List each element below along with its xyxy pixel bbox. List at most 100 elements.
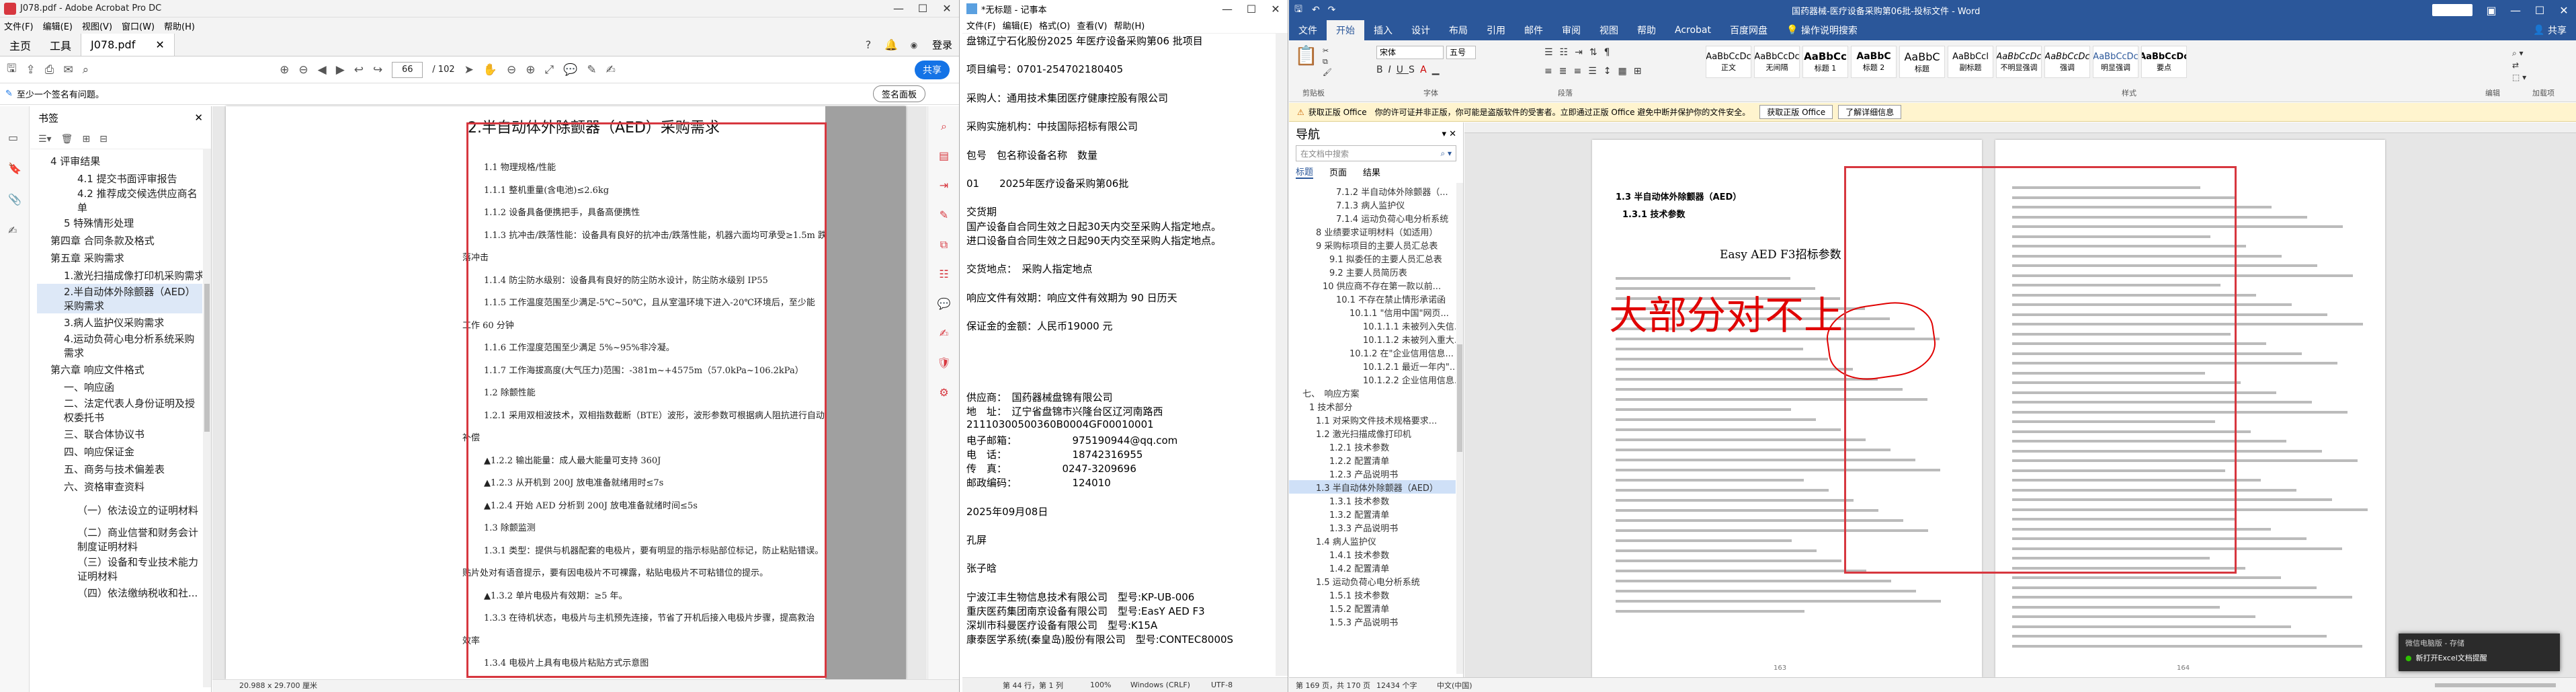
close-button[interactable]: ✕	[2552, 0, 2576, 20]
highlight-icon[interactable]: ▁	[1432, 65, 1445, 75]
nav-heading-item[interactable]: 1.5.2 配置清单	[1289, 601, 1456, 615]
style-heading2[interactable]: AaBbC 标题 2	[1851, 46, 1897, 78]
page-number-input[interactable]: 66	[392, 61, 423, 78]
nav-heading-item[interactable]: 1.3.3 产品说明书	[1289, 521, 1456, 534]
tab-close-icon[interactable]: ✕	[155, 38, 164, 51]
export-tool-icon[interactable]: ⇥	[928, 171, 959, 200]
close-button[interactable]: ✕	[1263, 0, 1288, 17]
bookmark-item[interactable]: （二）商业信誉和财务会计制度证明材料	[37, 525, 202, 554]
nav-heading-item[interactable]: 1.5.3 产品说明书	[1289, 615, 1456, 628]
search-icon[interactable]: ⌕	[83, 63, 89, 77]
pages-icon[interactable]: ▭	[8, 122, 29, 153]
style-normal[interactable]: AaBbCcDc 正文	[1706, 46, 1751, 78]
nav-heading-item[interactable]: 10.1 不存在禁止情形承诺函	[1289, 292, 1456, 305]
nav-heading-item[interactable]: 10.1.2 在"企业信用信息...	[1289, 346, 1456, 359]
bookmark-item[interactable]: 三、联合体协议书	[37, 425, 202, 443]
tab-layout[interactable]: 布局	[1440, 20, 1477, 40]
nav-heading-item[interactable]: 1 技术部分	[1289, 399, 1456, 413]
signature-icon[interactable]: ✍	[8, 215, 29, 246]
fit-icon[interactable]: ⤢	[545, 63, 554, 77]
share-button[interactable]: 共享	[915, 60, 950, 79]
nav-tab-results[interactable]: 结果	[1363, 165, 1380, 178]
nav-scrollbar[interactable]	[1456, 183, 1463, 674]
indent-icon[interactable]: ⇥	[1575, 47, 1589, 58]
bold-icon[interactable]: B	[1376, 65, 1388, 75]
nav-close-icon[interactable]: ▾ ✕	[1442, 129, 1456, 139]
style-intense-emphasis[interactable]: AaBbCcDc 明显强调	[2093, 46, 2138, 78]
nav-heading-item[interactable]: 1.5.1 技术参数	[1289, 588, 1456, 601]
show-marks-icon[interactable]: ¶	[1604, 47, 1617, 58]
bookmark-item[interactable]: 四、响应保证金	[37, 443, 202, 460]
style-emphasis[interactable]: AaBbCcDc 强调	[2044, 46, 2090, 78]
tab-design[interactable]: 设计	[1402, 20, 1440, 40]
nav-tab-headings[interactable]: 标题	[1296, 165, 1314, 179]
bookmark-options-icon[interactable]: ☰▾	[38, 134, 52, 145]
style-strong[interactable]: AaBbCcDc 要点	[2141, 46, 2187, 78]
maximize-button[interactable]: ☐	[2528, 0, 2552, 20]
nav-heading-item[interactable]: 1.3.1 技术参数	[1289, 494, 1456, 507]
organize-tool-icon[interactable]: ☷	[928, 260, 959, 289]
bookmark-item[interactable]: （一）依法设立的证明材料	[37, 495, 202, 525]
back-icon[interactable]: ↩	[354, 63, 364, 77]
forward-icon[interactable]: ↪	[373, 63, 382, 77]
bookmark-item[interactable]: 第四章 合同条款及格式	[37, 231, 202, 249]
cut-icon[interactable]: ✂	[1323, 46, 1332, 56]
nav-heading-item[interactable]: 9 采购标项目的主要人员汇总表	[1289, 238, 1456, 252]
maximize-button[interactable]: ☐	[1239, 0, 1263, 17]
zoom-slider[interactable]	[2435, 683, 2556, 687]
user-icon[interactable]: ◉	[903, 40, 925, 50]
nav-heading-item[interactable]: 1.2.1 技术参数	[1289, 440, 1456, 453]
page-down-icon[interactable]: ⊖	[298, 63, 308, 77]
signature-panel-button[interactable]: 签名面板	[872, 85, 925, 102]
nav-search-input[interactable]: 在文档中搜索 ⌕ ▾	[1296, 145, 1456, 161]
menu-help[interactable]: 帮助(H)	[164, 20, 195, 32]
cursor-icon[interactable]: ➤	[464, 63, 474, 77]
bookmark-expand-icon[interactable]: ⊟	[99, 134, 108, 145]
nav-heading-item[interactable]: 10 供应商不存在第一款以前...	[1289, 278, 1456, 292]
bookmark-item[interactable]: 1.激光扫描成像打印机采购需求	[37, 266, 202, 284]
tab-home[interactable]: 开始	[1327, 20, 1364, 40]
underline-icon[interactable]: U	[1397, 65, 1409, 75]
nav-tab-pages[interactable]: 页面	[1329, 165, 1347, 178]
borders-icon[interactable]: ⊞	[1634, 66, 1649, 77]
bookmark-item[interactable]: 第五章 采购需求	[37, 249, 202, 266]
maximize-button[interactable]: ☐	[911, 0, 935, 17]
save-icon[interactable]: 🖫	[7, 60, 16, 79]
nav-heading-item[interactable]: 1.2 激光扫描成像打印机	[1289, 426, 1456, 440]
tab-home[interactable]: 主页	[0, 37, 40, 53]
nav-heading-item[interactable]: 1.2.3 产品说明书	[1289, 467, 1456, 480]
ribbon-display-icon[interactable]: ▣	[2479, 0, 2503, 20]
style-title[interactable]: AaBbC 标题	[1899, 46, 1945, 78]
learn-more-button[interactable]: 了解详细信息	[1838, 105, 1902, 119]
tab-help[interactable]: 帮助	[1628, 20, 1665, 40]
menu-help[interactable]: 帮助(H)	[1114, 19, 1145, 32]
nav-heading-item[interactable]: 10.1.1.1 未被列入失信...	[1289, 319, 1456, 332]
comment-icon[interactable]: 💬	[563, 63, 577, 77]
bookmark-item[interactable]: （四）依法缴纳税收和社...	[37, 584, 202, 601]
help-icon[interactable]: ?	[857, 38, 880, 51]
style-subtitle[interactable]: AaBbCcl 副标题	[1948, 46, 1993, 78]
align-left-icon[interactable]: ≡	[1544, 66, 1559, 77]
style-subtle-emphasis[interactable]: AaBbCcDc 不明显强调	[1996, 46, 2042, 78]
nav-search-icon[interactable]: ⌕ ▾	[1440, 149, 1452, 159]
bookmark-delete-icon[interactable]: 🗑	[61, 134, 73, 145]
combine-tool-icon[interactable]: ⧉	[928, 230, 959, 260]
bookmarks-scrollbar[interactable]	[203, 149, 211, 687]
attachment-icon[interactable]: 📎	[8, 184, 29, 215]
font-name-select[interactable]: 宋体	[1376, 46, 1444, 59]
menu-file[interactable]: 文件(F)	[966, 19, 996, 32]
shading-icon[interactable]: ▦	[1618, 66, 1634, 77]
bookmark-item[interactable]: 六、资格审查资料	[37, 477, 202, 495]
redo-icon[interactable]: ↷	[1328, 5, 1336, 15]
bookmark-item[interactable]: 第六章 响应文件格式	[37, 360, 202, 378]
nav-heading-item[interactable]: 1.4 病人监护仪	[1289, 534, 1456, 547]
edit-tool-icon[interactable]: ✎	[928, 200, 959, 230]
nav-heading-item[interactable]: 10.1.2.1 最近一年内"...	[1289, 359, 1456, 373]
nav-heading-item[interactable]: 1.5 运动负荷心电分析系统	[1289, 574, 1456, 588]
copy-icon[interactable]: ⧉	[1323, 56, 1332, 67]
nav-heading-item[interactable]: 8 业绩要求证明材料（如适用）	[1289, 225, 1456, 238]
line-spacing-icon[interactable]: ↕	[1604, 66, 1618, 77]
more-tools-icon[interactable]: ⚙	[928, 378, 959, 408]
nav-heading-item[interactable]: 七、 响应方案	[1289, 386, 1456, 399]
bookmark-item[interactable]: 二、法定代表人身份证明及授权委托书	[37, 395, 202, 425]
